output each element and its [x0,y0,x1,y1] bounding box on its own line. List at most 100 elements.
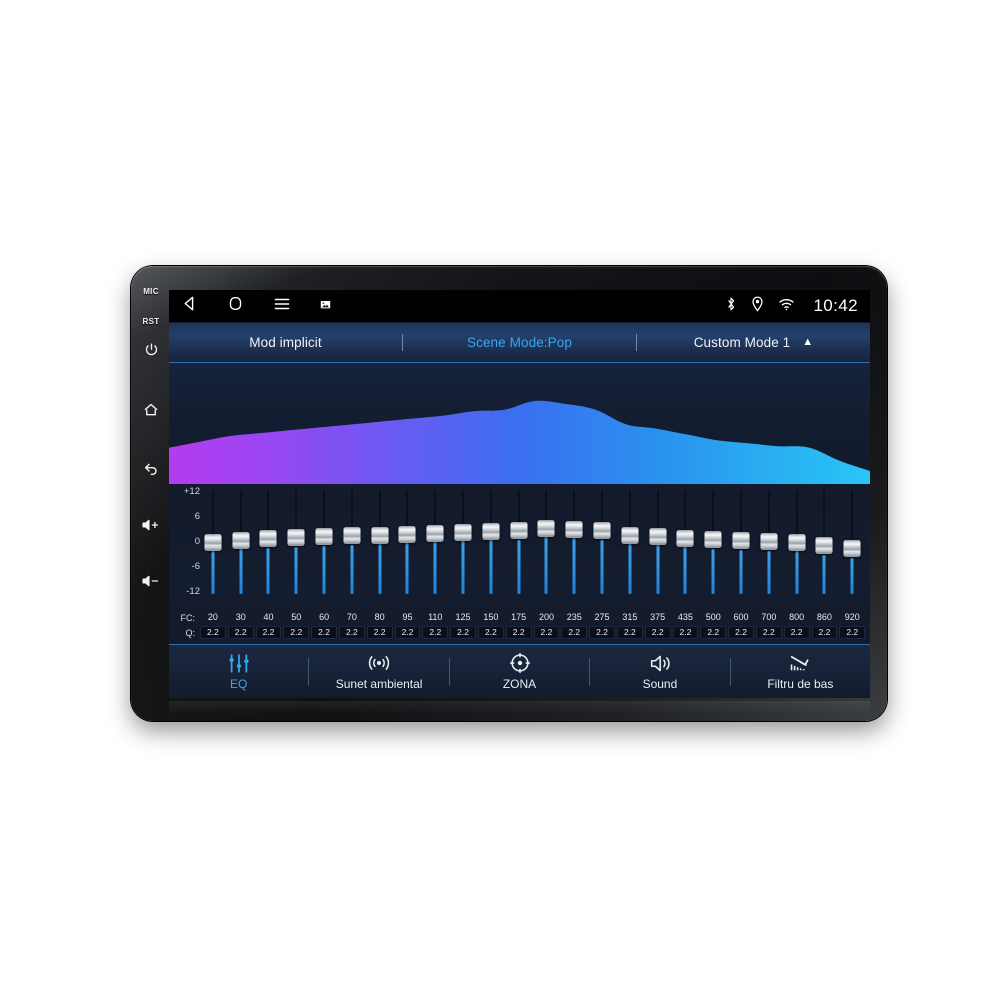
slider-knob[interactable] [426,524,444,542]
default-mode-button[interactable]: Mod implicit [169,335,402,350]
q-value[interactable]: 2.2 [200,625,226,640]
eq-band-slider[interactable] [699,484,727,606]
fc-value: 80 [374,612,385,622]
eq-band-slider[interactable] [588,484,616,606]
eq-band-slider[interactable] [727,484,755,606]
q-value[interactable]: 2.2 [783,625,810,640]
slider-knob[interactable] [704,531,722,549]
q-value[interactable]: 2.2 [644,625,671,640]
slider-knob[interactable] [649,527,667,545]
eq-band-slider[interactable] [616,484,644,606]
slider-knob[interactable] [815,537,833,555]
q-value[interactable]: 2.2 [561,625,588,640]
slider-knob[interactable] [315,528,333,546]
eq-band-slider[interactable] [755,484,783,606]
slider-knob[interactable] [510,522,528,540]
q-value[interactable]: 2.2 [255,625,282,640]
power-button[interactable] [137,342,165,357]
eq-band-slider[interactable] [783,484,811,606]
slider-knob[interactable] [788,533,806,551]
nav-menu-icon[interactable] [273,296,291,317]
slider-knob[interactable] [732,532,750,550]
volume-down-button[interactable] [137,574,165,588]
slider-knob[interactable] [259,530,277,548]
slider-track-lower [683,547,687,594]
eq-band-slider[interactable] [199,484,227,606]
eq-band-slider[interactable] [338,484,366,606]
slider-knob[interactable] [398,525,416,543]
slider-knob[interactable] [204,533,222,551]
slider-knob[interactable] [454,523,472,541]
q-value[interactable]: 2.2 [477,625,504,640]
slider-track-lower [517,539,521,594]
slider-track-lower [322,545,326,594]
slider-knob[interactable] [676,529,694,547]
nav-back-icon[interactable] [181,295,198,317]
eq-band-slider[interactable] [672,484,700,606]
home-button[interactable] [137,402,165,417]
q-value[interactable]: 2.2 [589,625,615,640]
tab-zona[interactable]: ZONA [450,645,589,698]
nav-screenshot-icon[interactable] [320,297,331,315]
eq-band-slider[interactable] [366,484,394,606]
tab-eq[interactable]: EQ [169,645,308,698]
eq-band-slider[interactable] [421,484,449,606]
slider-knob[interactable] [565,520,583,538]
mic-button[interactable]: MIC [137,288,165,296]
q-value[interactable]: 2.2 [366,625,393,640]
q-value[interactable]: 2.2 [227,625,254,640]
q-value[interactable]: 2.2 [700,625,727,640]
q-value[interactable]: 2.2 [755,625,782,640]
slider-knob[interactable] [482,522,500,540]
reset-button[interactable]: RST [137,318,165,326]
eq-band-slider[interactable] [560,484,588,606]
eq-band-slider[interactable] [449,484,477,606]
slider-knob[interactable] [343,527,361,545]
q-value[interactable]: 2.2 [672,625,699,640]
q-value[interactable]: 2.2 [811,625,838,640]
eq-band-slider[interactable] [644,484,672,606]
q-value[interactable]: 2.2 [450,625,476,640]
eq-band-slider[interactable] [838,484,866,606]
volume-up-button[interactable] [137,518,165,532]
eq-band-slider[interactable] [310,484,338,606]
slider-knob[interactable] [537,519,555,537]
eq-band-slider[interactable] [394,484,422,606]
eq-band-slider[interactable] [282,484,310,606]
eq-band-slider[interactable] [477,484,505,606]
q-value[interactable]: 2.2 [728,625,754,640]
tab-sound[interactable]: Sound [590,645,729,698]
q-value[interactable]: 2.2 [505,625,532,640]
q-value[interactable]: 2.2 [616,625,643,640]
custom-mode-button[interactable]: Custom Mode 1 ▲ [637,335,870,350]
tab-sunet-ambiental[interactable]: Sunet ambiental [309,645,448,698]
q-value[interactable]: 2.2 [533,625,560,640]
q-value[interactable]: 2.2 [338,625,365,640]
q-value[interactable]: 2.2 [311,625,337,640]
nav-home-icon[interactable] [227,295,244,317]
eq-band-slider[interactable] [227,484,255,606]
chevron-up-icon[interactable]: ▲ [802,337,813,348]
slider-knob[interactable] [843,540,861,558]
eq-band-slider[interactable] [533,484,561,606]
q-value[interactable]: 2.2 [839,625,866,640]
back-button[interactable] [137,460,165,476]
q-value[interactable]: 2.2 [283,625,310,640]
slider-knob[interactable] [760,533,778,551]
q-value[interactable]: 2.2 [394,625,421,640]
scene-mode-button[interactable]: Scene Mode:Pop [403,335,636,350]
slider-knob[interactable] [287,529,305,547]
tab-filtru-de-bas[interactable]: Filtru de bas [731,645,870,698]
wifi-icon [778,297,795,316]
eq-band-slider[interactable] [255,484,283,606]
slider-knob[interactable] [371,526,389,544]
q-value[interactable]: 2.2 [422,625,449,640]
bass-filter-icon [788,652,812,674]
slider-knob[interactable] [232,531,250,549]
eq-band-slider[interactable] [811,484,839,606]
slider-knob[interactable] [621,526,639,544]
eq-band-slider[interactable] [505,484,533,606]
eq-band-sliders[interactable] [199,484,866,606]
slider-knob[interactable] [593,522,611,540]
slider-track-lower [600,539,604,594]
